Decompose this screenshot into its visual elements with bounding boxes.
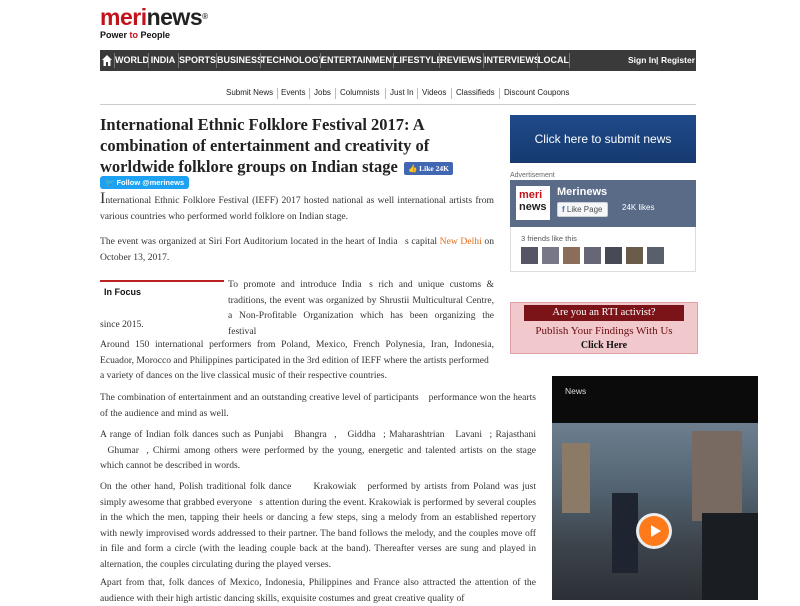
subnav-events[interactable]: Events [281, 88, 305, 97]
in-focus-rule [100, 280, 224, 282]
in-focus-heading: In Focus [104, 287, 142, 297]
subnav-videos[interactable]: Videos [422, 88, 446, 97]
article-paragraph-2: The event was organized at Siri Fort Aud… [100, 236, 495, 263]
friend-avatar[interactable] [584, 247, 601, 264]
nav-item-business[interactable]: BUSINESS [217, 50, 263, 71]
home-icon[interactable] [102, 55, 112, 66]
sign-in-link[interactable]: Sign In [628, 50, 656, 71]
nav-item-interviews[interactable]: INTERVIEWS [484, 50, 540, 71]
facebook-page-widget: meri news Merinews f Like Page 24K likes [510, 180, 696, 227]
logo-tagline: Power to People [100, 30, 171, 40]
subnav-jobs[interactable]: Jobs [314, 88, 331, 97]
article-paragraph-7: On the other hand, Polish traditional fo… [100, 481, 536, 570]
article-paragraph-1: International Ethnic Folklore Festival (… [100, 190, 494, 222]
friend-avatar[interactable] [542, 247, 559, 264]
subnav-submit-news[interactable]: Submit News [226, 88, 273, 97]
subnav-columnists[interactable]: Columnists [340, 88, 380, 97]
new-delhi-link[interactable]: New Delhi [440, 236, 482, 247]
nav-item-sports[interactable]: SPORTS [179, 50, 216, 71]
subnav-classifieds[interactable]: Classifieds [456, 88, 495, 97]
friend-avatar[interactable] [563, 247, 580, 264]
video-thumbnail[interactable] [552, 423, 758, 600]
main-nav: WORLD INDIA SPORTS BUSINESS TECHNOLOGY E… [100, 50, 696, 71]
play-icon[interactable] [636, 513, 672, 549]
article-title: International Ethnic Folklore Festival 2… [100, 114, 500, 177]
subnav-discount-coupons[interactable]: Discount Coupons [504, 88, 569, 97]
nav-item-india[interactable]: INDIA [149, 50, 177, 71]
nav-item-local[interactable]: LOCAL [538, 50, 569, 71]
rti-click-here[interactable]: Click Here [511, 340, 697, 351]
fb-like-page-button[interactable]: f Like Page [557, 202, 608, 217]
article-paragraph-4-end: a variety of dances on the live classica… [100, 370, 387, 381]
article-paragraph-5: The combination of entertainment and an … [100, 392, 536, 419]
friend-avatar[interactable] [605, 247, 622, 264]
friend-avatar[interactable] [647, 247, 664, 264]
fb-likes-count: 24K likes [622, 203, 655, 212]
nav-divider: | [656, 55, 659, 65]
subnav-just-in[interactable]: Just In [390, 88, 414, 97]
rti-activist-banner[interactable]: Are you an RTI activist? Publish Your Fi… [510, 302, 698, 354]
rti-title: Are you an RTI activist? [524, 305, 684, 321]
friend-avatar[interactable] [626, 247, 643, 264]
friend-avatar[interactable] [521, 247, 538, 264]
fb-page-name[interactable]: Merinews [557, 186, 607, 198]
fb-like-button[interactable]: 👍 Like 24K [403, 161, 453, 175]
sub-nav: Submit News Events Jobs Columnists Just … [100, 84, 696, 105]
logo-wordmark: merinews® [100, 4, 208, 30]
thumbs-up-icon: 👍 [407, 163, 418, 173]
twitter-follow-button[interactable]: 🐦 Follow @merinews [100, 176, 190, 189]
nav-item-lifestyle[interactable]: LIFESTYLE [394, 50, 443, 71]
article-paragraph-8: Apart from that, folk dances of Mexico, … [100, 577, 536, 604]
fb-friends-text: 3 friends like this [521, 234, 577, 243]
article-paragraph-6: A range of Indian folk dances such as Pu… [100, 429, 536, 471]
fb-page-logo[interactable]: meri news [516, 186, 550, 220]
nav-item-world[interactable]: WORLD [115, 50, 149, 71]
fb-friends-panel: 3 friends like this [510, 227, 696, 272]
register-link[interactable]: Register [661, 50, 695, 71]
site-logo[interactable]: merinews® Power to People [100, 5, 210, 41]
twitter-bird-icon: 🐦 [105, 178, 115, 187]
advertisement-label: Advertisement [510, 172, 555, 179]
video-section-label: News [565, 386, 587, 396]
article-paragraph-3-end: since 2015. [100, 319, 144, 330]
facebook-icon: f [562, 205, 565, 214]
rti-subtitle: Publish Your Findings With Us [535, 325, 673, 337]
nav-item-reviews[interactable]: REVIEWS [440, 50, 482, 71]
nav-item-entertainment[interactable]: ENTERTAINMENT [321, 50, 397, 71]
submit-news-banner[interactable]: Click here to submit news [510, 115, 696, 163]
nav-item-technology[interactable]: TECHNOLOGY [261, 50, 325, 71]
article-paragraph-4: Around 150 international performers from… [100, 339, 494, 366]
news-video-player[interactable]: News [552, 376, 758, 600]
